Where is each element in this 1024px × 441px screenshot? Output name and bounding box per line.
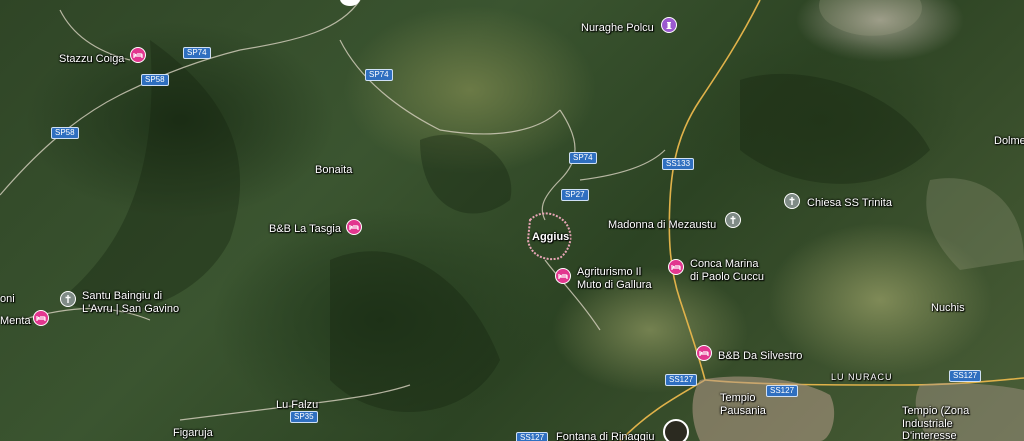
place-label-bb-da-silvestro[interactable]: B&B Da Silvestro bbox=[718, 350, 802, 362]
road-badge-sp58: SP58 bbox=[141, 74, 169, 86]
lodging-icon[interactable] bbox=[696, 345, 712, 361]
road-badge-ss127: SS127 bbox=[766, 385, 799, 397]
monument-icon[interactable] bbox=[661, 17, 677, 33]
place-label-madonna-di-mezaustu[interactable]: Madonna di Mezaustu bbox=[608, 219, 716, 231]
place-label-oni[interactable]: oni bbox=[0, 293, 15, 305]
place-label-nuchis[interactable]: Nuchis bbox=[931, 302, 965, 314]
place-label-fontana-di-rinaggiu[interactable]: Fontana di Rinaggiu bbox=[556, 431, 654, 441]
place-label-dolme[interactable]: Dolme bbox=[994, 135, 1024, 147]
place-label-agriturismo[interactable]: Agriturismo Il bbox=[577, 266, 641, 278]
place-label-figaruja[interactable]: Figaruja bbox=[173, 427, 213, 439]
photo-thumbnail-icon[interactable] bbox=[663, 419, 689, 441]
place-label-menta[interactable]: Menta bbox=[0, 315, 31, 327]
road-badge-sp58: SP58 bbox=[51, 127, 79, 139]
road-badge-sp74: SP74 bbox=[569, 152, 597, 164]
place-label-tempio-pausania[interactable]: Pausania bbox=[720, 405, 766, 417]
satellite-map[interactable]: SP74 SP58 SP74 SP58 SP74 SP27 SS133 SS12… bbox=[0, 0, 1024, 441]
place-label-aggius[interactable]: Aggius bbox=[532, 231, 569, 243]
place-label-tempio-zona[interactable]: Industriale bbox=[902, 418, 953, 430]
place-label-stazzu-coiga[interactable]: Stazzu Coiga bbox=[59, 53, 124, 65]
road-badge-sp74: SP74 bbox=[365, 69, 393, 81]
place-label-tempio-pausania[interactable]: Tempio bbox=[720, 392, 755, 404]
place-label-chiesa-ss-trinita[interactable]: Chiesa SS Trinita bbox=[807, 197, 892, 209]
lodging-icon[interactable] bbox=[33, 310, 49, 326]
lodging-icon[interactable] bbox=[668, 259, 684, 275]
place-label-tempio-zona[interactable]: D'interesse bbox=[902, 430, 957, 441]
place-label-lu-nuracu[interactable]: LU NURACU bbox=[831, 371, 893, 383]
road-badge-ss133: SS133 bbox=[662, 158, 695, 170]
road-badge-ss127: SS127 bbox=[516, 432, 549, 441]
lodging-icon[interactable] bbox=[555, 268, 571, 284]
lodging-icon[interactable] bbox=[346, 219, 362, 235]
place-label-conca-marina[interactable]: di Paolo Cuccu bbox=[690, 271, 764, 283]
church-icon[interactable] bbox=[60, 291, 76, 307]
road-badge-sp74: SP74 bbox=[183, 47, 211, 59]
place-label-nuraghe-polcu[interactable]: Nuraghe Polcu bbox=[581, 22, 654, 34]
road-badge-sp27: SP27 bbox=[561, 189, 589, 201]
road-badge-ss127: SS127 bbox=[665, 374, 698, 386]
place-label-santu-baingiu[interactable]: L'Avru | San Gavino bbox=[82, 303, 179, 315]
place-label-bb-la-tasgia[interactable]: B&B La Tasgia bbox=[269, 223, 341, 235]
place-label-lu-falzu[interactable]: Lu Falzu bbox=[276, 399, 318, 411]
place-label-agriturismo[interactable]: Muto di Gallura bbox=[577, 279, 652, 291]
place-label-tempio-zona[interactable]: Tempio (Zona bbox=[902, 405, 969, 417]
road-badge-sp35: SP35 bbox=[290, 411, 318, 423]
church-icon[interactable] bbox=[725, 212, 741, 228]
place-label-conca-marina[interactable]: Conca Marina bbox=[690, 258, 758, 270]
lodging-icon[interactable] bbox=[130, 47, 146, 63]
road-badge-ss127: SS127 bbox=[949, 370, 982, 382]
church-icon[interactable] bbox=[784, 193, 800, 209]
place-label-santu-baingiu[interactable]: Santu Baingiu di bbox=[82, 290, 162, 302]
place-label-bonaita[interactable]: Bonaita bbox=[315, 164, 352, 176]
